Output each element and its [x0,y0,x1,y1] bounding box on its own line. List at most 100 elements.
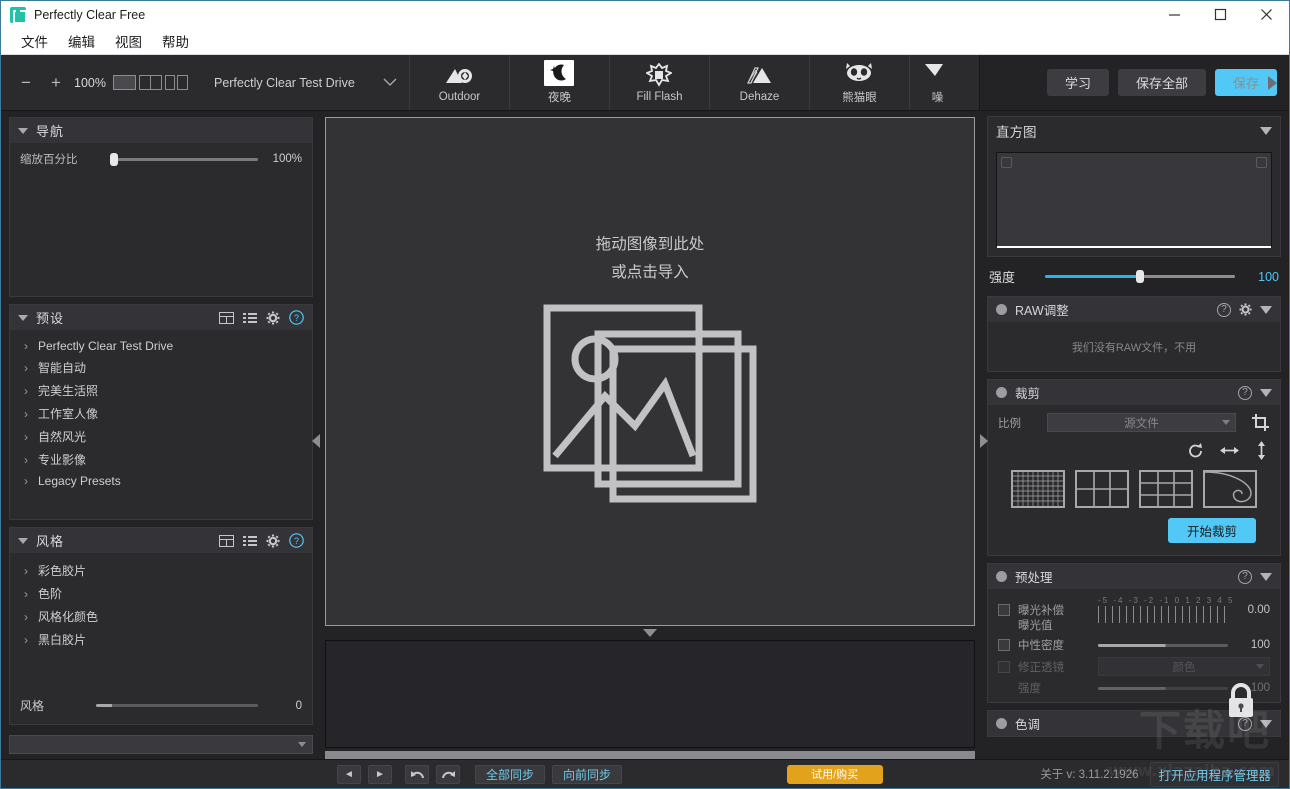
raw-adjust-header[interactable]: RAW调整 ? [988,297,1280,322]
preset-item[interactable]: › 工作室人像 [16,402,306,425]
navigation-panel-header[interactable]: 导航 [10,118,312,143]
preset-item[interactable]: › 自然风光 [16,425,306,448]
start-crop-button[interactable]: 开始裁剪 [1168,518,1256,543]
style-item[interactable]: › 色阶 [16,582,306,605]
tool-night[interactable]: 夜晚 [508,55,609,110]
collapse-arrow-icon[interactable] [1260,388,1272,397]
slider-knob[interactable] [110,152,118,166]
golden-spiral-overlay[interactable] [1203,470,1257,508]
menu-item-help[interactable]: 帮助 [152,28,199,54]
style-item[interactable]: › 风格化颜色 [16,605,306,628]
menu-item-file[interactable]: 文件 [11,28,58,54]
preset-item[interactable]: › Legacy Presets [16,471,306,491]
style-item[interactable]: › 黑白胶片 [16,628,306,651]
grid-view-icon[interactable] [219,534,234,547]
help-icon[interactable]: ? [289,310,304,325]
filmstrip-scrollbar[interactable] [325,751,975,759]
preprocess-enable-toggle[interactable] [996,571,1007,582]
filmstrip[interactable] [325,640,975,748]
tone-enable-toggle[interactable] [996,718,1007,729]
maximize-button[interactable] [1197,1,1243,28]
redo-arrow-icon[interactable] [436,764,460,784]
close-button[interactable] [1243,1,1289,28]
help-icon[interactable]: ? [289,533,304,548]
flip-horizontal-icon[interactable] [1220,444,1239,457]
grid-view-icon[interactable] [219,311,234,324]
preset-item[interactable]: › Perfectly Clear Test Drive [16,336,306,356]
collapse-right-panel-arrow[interactable] [980,434,988,448]
style-item[interactable]: › 彩色胶片 [16,559,306,582]
zoom-percent-slider[interactable] [110,152,258,166]
previous-image-button[interactable]: ◄ [337,764,361,784]
quad-grid-overlay[interactable] [1139,470,1193,508]
preset-item[interactable]: › 完美生活照 [16,379,306,402]
split-view-icon[interactable] [164,75,188,90]
gear-icon[interactable] [266,311,280,325]
learn-button[interactable]: 学习 [1046,69,1109,96]
help-icon[interactable]: ? [1217,302,1231,317]
preset-item[interactable]: › 专业影像 [16,448,306,471]
fine-grid-overlay[interactable] [1011,470,1065,508]
tool-fill-flash[interactable]: Fill Flash [608,55,709,110]
raw-enable-toggle[interactable] [996,304,1007,315]
preprocess-panel-header[interactable]: 预处理 ? [988,564,1280,589]
collapse-arrow-icon[interactable] [18,314,28,321]
lens-correction-select[interactable]: 颜色 [1098,657,1270,676]
list-view-icon[interactable] [243,312,257,324]
open-app-manager-button[interactable]: 打开应用程序管理器 [1150,761,1279,787]
flip-vertical-icon[interactable] [1255,441,1268,460]
minimize-button[interactable] [1151,1,1197,28]
collapse-arrow-icon[interactable] [1260,572,1272,581]
histogram-highlight-clip-toggle[interactable] [1256,157,1267,168]
zoom-out-button[interactable]: − [11,68,41,98]
rotate-icon[interactable] [1187,442,1204,459]
menu-item-edit[interactable]: 编辑 [58,28,105,54]
collapse-arrow-icon[interactable] [1260,719,1272,728]
collapse-arrow-icon[interactable] [18,127,28,134]
help-icon[interactable]: ? [1238,385,1252,400]
single-view-icon[interactable] [112,75,136,90]
lens-strength-slider[interactable] [1098,681,1228,695]
save-all-button[interactable]: 保存全部 [1117,69,1206,96]
tool-dehaze[interactable]: Dehaze [708,55,809,110]
image-drop-zone[interactable]: 拖动图像到此处 或点击导入 [325,117,975,626]
histogram-shadow-clip-toggle[interactable] [1001,157,1012,168]
crop-enable-toggle[interactable] [996,387,1007,398]
thirds-grid-overlay[interactable] [1075,470,1129,508]
preset-item[interactable]: › 智能自动 [16,356,306,379]
sync-all-button[interactable]: 全部同步 [475,764,546,784]
neutral-density-checkbox[interactable] [998,639,1010,651]
undo-arrow-icon[interactable] [405,764,429,784]
tool-outdoor[interactable]: Outdoor [408,55,509,110]
neutral-density-slider[interactable] [1098,638,1228,652]
styles-panel-header[interactable]: 风格 ? [10,528,312,553]
presets-panel-header[interactable]: 预设 ? [10,305,312,330]
crop-tool-icon[interactable] [1251,413,1270,432]
histogram-panel-header[interactable]: 直方图 [988,117,1280,145]
menu-item-view[interactable]: 视图 [105,28,152,54]
collapse-left-panel-arrow[interactable] [312,434,320,448]
tool-noise[interactable]: 噪 [908,55,965,110]
crop-panel-header[interactable]: 裁剪 ? [988,380,1280,405]
exposure-comp-checkbox[interactable] [998,604,1010,616]
next-image-button[interactable]: ► [368,764,392,784]
sync-forward-button[interactable]: 向前同步 [552,764,623,784]
exposure-ruler[interactable]: -5 -4 -3 -2 -1 0 1 2 3 4 5 [1098,596,1233,623]
list-view-icon[interactable] [243,535,257,547]
trial-purchase-button[interactable]: 试用/购买 [786,764,883,784]
two-up-view-icon[interactable] [138,75,162,90]
gear-icon[interactable] [266,534,280,548]
zoom-in-button[interactable]: + [41,68,71,98]
collapse-arrow-icon[interactable] [18,537,28,544]
style-strength-slider[interactable] [96,699,258,713]
slider-knob[interactable] [1136,270,1145,283]
left-bottom-selector[interactable] [9,735,313,754]
lens-correction-checkbox[interactable] [998,660,1010,673]
help-icon[interactable]: ? [1238,569,1252,584]
help-icon[interactable]: ? [1238,716,1252,731]
crop-ratio-select[interactable]: 源文件 [1047,413,1236,432]
collapse-arrow-icon[interactable] [1260,305,1272,314]
collapse-arrow-icon[interactable] [1260,127,1272,135]
gear-icon[interactable] [1239,303,1252,316]
global-strength-slider[interactable] [1045,270,1235,284]
